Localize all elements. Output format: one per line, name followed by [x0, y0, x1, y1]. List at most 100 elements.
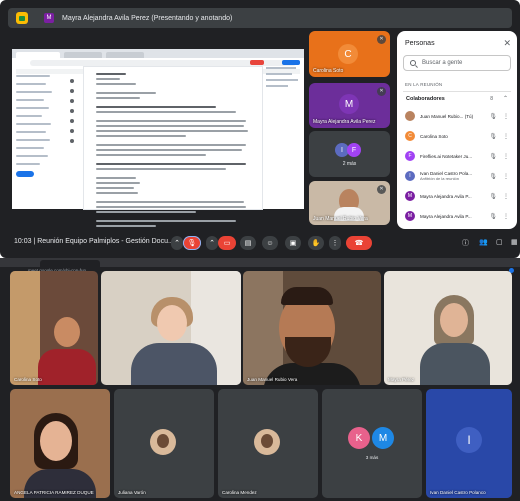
avatar: M — [405, 211, 415, 221]
avatar: I — [405, 171, 415, 181]
shared-doc-sidebar — [266, 67, 302, 209]
present-button[interactable]: ▣ — [285, 236, 301, 250]
participant-name: Carolina Soto — [313, 68, 344, 74]
emoji-button[interactable]: ☺ — [262, 236, 278, 250]
participant-tile-carolina-mendez[interactable]: Carolina Mendez — [218, 389, 318, 498]
avatar: F — [405, 151, 415, 161]
more-options-icon[interactable]: ⋮ — [503, 133, 509, 140]
people-search-input[interactable]: Buscar a gente — [403, 55, 511, 71]
avatar: C — [338, 44, 358, 64]
participant-tile-2[interactable] — [101, 271, 241, 385]
avatar: F — [347, 143, 361, 157]
person-row[interactable]: Juan Manuel Rubio... (Tú) 🎙 ⋮ — [403, 107, 511, 125]
shared-browser-tabs — [12, 49, 304, 58]
mic-off-icon: ✕ — [377, 87, 386, 96]
participant-tile-mayra[interactable]: M ✕ Mayra Alejandra Avila Perez — [309, 83, 390, 128]
participant-name: Juan Manuel Rubio Vera — [313, 216, 368, 222]
presenting-banner: M Mayra Alejandra Avila Perez (Presentan… — [8, 8, 512, 28]
participant-video — [334, 189, 364, 221]
participant-name: ANGELA PATRICIA RAMIREZ DUQUE — [14, 490, 94, 495]
more-participants-label: 3 más — [365, 455, 379, 460]
meet-window-top: M Mayra Alejandra Avila Perez (Presentan… — [0, 0, 520, 258]
mic-options-icon[interactable]: ⌃ — [171, 236, 183, 250]
participant-tile-juliana[interactable]: Juliana Varón — [114, 389, 214, 498]
mic-off-icon[interactable]: 🎙 — [489, 153, 497, 160]
more-participants-label: 2 más — [342, 161, 357, 167]
participant-tile-ivan[interactable]: I Ivan Daniel Castro Polanco — [426, 389, 512, 498]
participant-name: Juan Manuel Rubio Vera — [247, 377, 298, 382]
participant-tile-more[interactable]: K M 3 más — [322, 389, 422, 498]
more-options-icon[interactable]: ⋮ — [503, 193, 509, 200]
mic-off-icon: ✕ — [377, 35, 386, 44]
person-row[interactable]: C Carolina Soto 🎙 ⋮ — [403, 127, 511, 145]
more-options-icon[interactable]: ⋮ — [503, 113, 509, 120]
browser-tabs — [0, 258, 520, 267]
person-row[interactable]: I Ivan Daniel Castro Pola... Anfitrión de … — [403, 167, 511, 185]
shared-document-page — [84, 67, 262, 227]
more-options-icon[interactable]: ⋮ — [503, 213, 509, 220]
person-name: Juan Manuel Rubio... (Tú) — [420, 113, 474, 119]
more-options-icon[interactable]: ⋮ — [503, 173, 509, 180]
participant-name: Ivan Daniel Castro Polanco — [430, 490, 486, 495]
person-row[interactable]: F Fireflies.ai Notetaker Ju... 🎙 ⋮ — [403, 147, 511, 165]
collaborators-group[interactable]: Colaboradores 8 ⌃ — [403, 91, 511, 105]
participant-tile-angela[interactable]: ANGELA PATRICIA RAMIREZ DUQUE — [10, 389, 110, 498]
search-icon — [410, 60, 416, 66]
camera-off-button[interactable]: ▭ — [218, 236, 236, 250]
avatar: M — [372, 427, 394, 449]
close-icon[interactable]: ✕ — [503, 38, 511, 49]
mic-off-icon[interactable]: 🎙 — [489, 173, 497, 180]
presenter-avatar: M — [44, 13, 54, 23]
participant-name: Carolina Mendez — [222, 490, 257, 495]
person-row[interactable]: M Mayra Alejandra Avila P... 🎙 ⋮ — [403, 187, 511, 205]
collaborators-count: 8 — [490, 95, 493, 102]
search-placeholder: Buscar a gente — [422, 60, 463, 66]
more-options-icon[interactable]: ⋮ — [329, 236, 341, 250]
participant-name: Juliana Varón — [118, 490, 146, 495]
avatar — [405, 111, 415, 121]
participant-tile-mayra-perez[interactable]: Mayra Pérez — [384, 271, 512, 385]
person-name: Mayra Alejandra Avila P... — [420, 213, 472, 219]
mic-off-button[interactable]: 🎙 — [183, 236, 201, 250]
person-name: Carolina Soto — [420, 133, 448, 139]
more-options-icon[interactable]: ⋮ — [503, 153, 509, 160]
participant-tile-carolina[interactable]: C ✕ Carolina Soto — [309, 31, 390, 77]
participant-tile-carolina-soto[interactable]: Carolina Soto — [10, 271, 98, 385]
avatar: K — [348, 427, 370, 449]
info-icon[interactable]: ⓘ — [462, 238, 469, 248]
chat-icon[interactable]: ▢ — [496, 238, 503, 246]
chevron-up-icon: ⌃ — [502, 96, 508, 102]
mic-off-icon[interactable]: 🎙 — [489, 113, 497, 120]
participant-name: Carolina Soto — [14, 377, 42, 382]
avatar: M — [405, 191, 415, 201]
people-icon[interactable]: 👥 — [479, 238, 488, 246]
avatar: I — [456, 427, 482, 453]
person-role: Anfitrión de la reunión — [420, 176, 459, 181]
avatar — [254, 429, 280, 455]
shared-share-button — [282, 60, 300, 65]
raise-hand-button[interactable]: ✋ — [308, 236, 324, 250]
end-call-button[interactable]: ☎ — [346, 236, 372, 250]
camera-options-icon[interactable]: ⌃ — [206, 236, 218, 250]
captions-button[interactable]: ▤ — [240, 236, 256, 250]
meet-app-icon — [16, 12, 28, 24]
mic-off-icon: ✕ — [377, 185, 386, 194]
mic-off-icon[interactable]: 🎙 — [489, 193, 497, 200]
participant-tile-juan-manuel[interactable]: Juan Manuel Rubio Vera — [243, 271, 381, 385]
avatar: M — [339, 94, 359, 114]
participant-tile-juan[interactable]: ✕ Juan Manuel Rubio Vera — [309, 181, 390, 225]
shared-doc-outline — [16, 75, 56, 205]
participant-video — [54, 317, 80, 347]
activities-icon[interactable]: ▦ — [511, 238, 518, 246]
participant-tile-more[interactable]: I F 2 más — [309, 131, 390, 177]
person-row[interactable]: M Mayra Alejandra Avila P... 🎙 ⋮ — [403, 207, 511, 225]
presenting-text: Mayra Alejandra Avila Perez (Presentando… — [62, 14, 233, 22]
in-meeting-label: EN LA REUNIÓN — [405, 82, 443, 87]
avatar: C — [405, 131, 415, 141]
mic-off-icon[interactable]: 🎙 — [489, 133, 497, 140]
mic-off-icon[interactable]: 🎙 — [489, 213, 497, 220]
participant-video — [157, 305, 187, 341]
participant-video — [40, 421, 72, 461]
annotation-tools — [70, 79, 78, 149]
person-name: Mayra Alejandra Avila P... — [420, 193, 472, 199]
